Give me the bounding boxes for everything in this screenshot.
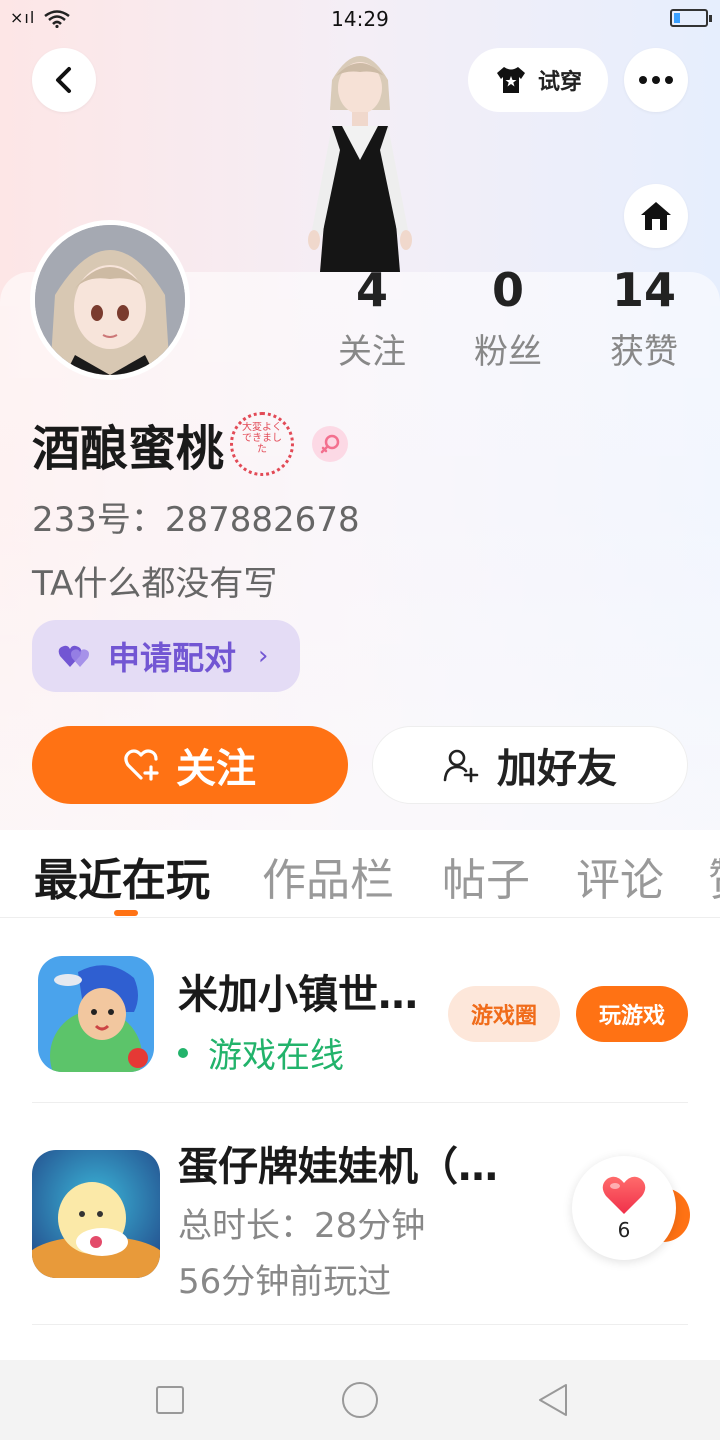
game-title-eggy[interactable]: 蛋仔牌娃娃机（… xyxy=(178,1134,498,1192)
more-icon xyxy=(639,76,673,84)
follow-button[interactable]: 关注 xyxy=(32,726,348,804)
stamp-badge-icon[interactable]: 大変よくできました xyxy=(230,412,295,476)
user-id: 233号：287882678 xyxy=(32,500,360,540)
try-on-label: 试穿 xyxy=(537,70,582,95)
tab-posts[interactable]: 帖子 xyxy=(442,844,530,908)
stat-fans-value: 0 xyxy=(491,263,524,317)
heart-plus-icon xyxy=(124,749,159,781)
game-last-played: 56分钟前玩过 xyxy=(178,1262,392,1302)
back-nav-icon[interactable] xyxy=(536,1382,570,1418)
home-icon xyxy=(641,202,671,230)
game-online-status: 游戏在线 xyxy=(178,1028,344,1077)
name-row: 酒酿蜜桃 大変よくできました xyxy=(32,408,349,480)
username: 酒酿蜜桃 xyxy=(32,421,225,477)
list-divider xyxy=(32,1324,688,1325)
stat-following-label: 关注 xyxy=(338,332,406,372)
status-bar: ×ıl 14:29 xyxy=(0,0,720,40)
stat-fans-label: 粉丝 xyxy=(474,332,542,372)
more-button[interactable] xyxy=(624,48,688,112)
home-nav-icon[interactable] xyxy=(342,1382,378,1418)
try-on-button[interactable]: 试穿 xyxy=(468,48,608,112)
back-button[interactable] xyxy=(32,48,96,112)
add-friend-label: 加好友 xyxy=(497,746,617,792)
stat-likes[interactable]: 14 获赞 xyxy=(584,262,704,373)
add-friend-button[interactable]: 加好友 xyxy=(372,726,688,804)
game-circle-button[interactable]: 游戏圈 xyxy=(448,986,560,1042)
female-gender-icon xyxy=(312,426,349,462)
shirt-icon xyxy=(496,67,525,93)
home-button[interactable] xyxy=(624,184,688,248)
play-game-button[interactable]: 玩游戏 xyxy=(576,986,688,1042)
tab-recently-played[interactable]: 最近在玩 xyxy=(34,844,210,908)
list-divider xyxy=(32,1102,688,1103)
tab-comments[interactable]: 评论 xyxy=(576,844,664,908)
stat-fans[interactable]: 0 粉丝 xyxy=(448,262,568,373)
heart-icon xyxy=(602,1176,646,1214)
tab-indicator xyxy=(114,910,138,916)
tab-works[interactable]: 作品栏 xyxy=(262,844,394,908)
game-duration: 总时长：28分钟 xyxy=(178,1206,426,1246)
like-count: 6 xyxy=(617,1218,631,1242)
like-float-button[interactable]: 6 xyxy=(572,1156,676,1260)
follow-label: 关注 xyxy=(176,746,256,792)
tab-bar: 最近在玩 作品栏 帖子 评论 赞 xyxy=(0,830,720,918)
avatar-portrait xyxy=(35,225,185,375)
tab-likes[interactable]: 赞 xyxy=(708,844,720,908)
stat-likes-value: 14 xyxy=(611,263,676,317)
game-title-miga[interactable]: 米加小镇世… xyxy=(178,962,418,1020)
request-pair-button[interactable]: 申请配对 › xyxy=(32,620,300,692)
game-online-label: 游戏在线 xyxy=(208,1036,344,1076)
bio: TA什么都没有写 xyxy=(32,564,278,604)
avatar[interactable] xyxy=(30,220,190,380)
chevron-right-icon: › xyxy=(258,641,269,671)
game-icon-miga[interactable] xyxy=(38,956,154,1072)
stat-following[interactable]: 4 关注 xyxy=(312,262,432,373)
battery-icon xyxy=(670,9,712,27)
request-pair-label: 申请配对 xyxy=(108,639,237,677)
online-dot-icon xyxy=(178,1047,188,1058)
avatar-figure xyxy=(308,56,412,272)
stamp-badge-text: 大変よくできました xyxy=(242,422,283,455)
stat-likes-label: 获赞 xyxy=(610,332,678,372)
recents-icon[interactable] xyxy=(156,1386,184,1414)
game-icon-eggy[interactable] xyxy=(32,1150,160,1278)
status-time: 14:29 xyxy=(331,7,389,31)
stat-following-value: 4 xyxy=(355,263,388,317)
chevron-left-icon xyxy=(56,67,71,93)
add-user-icon xyxy=(443,749,479,783)
system-nav-bar xyxy=(0,1360,720,1440)
double-heart-icon xyxy=(58,645,89,667)
